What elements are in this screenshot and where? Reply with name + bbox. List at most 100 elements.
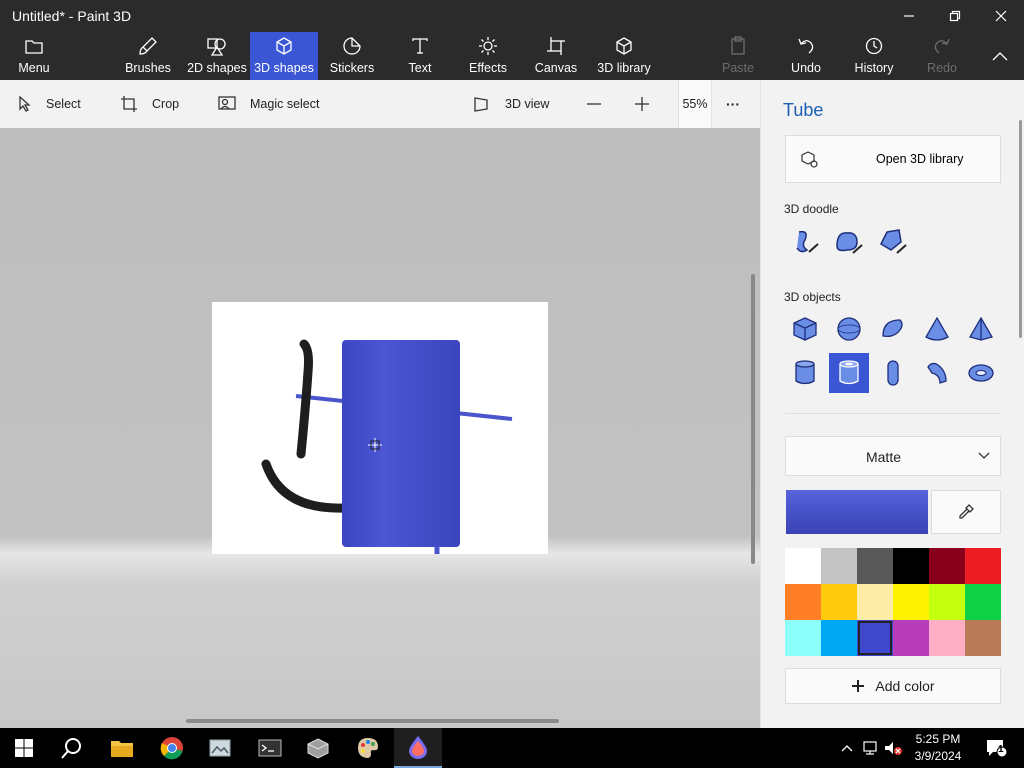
material-selected-value: Matte — [865, 449, 901, 465]
pyramid-object-button[interactable] — [961, 309, 1001, 349]
text-tab[interactable]: Text — [398, 32, 442, 80]
color-swatch[interactable] — [929, 620, 965, 656]
color-swatch[interactable] — [965, 548, 1001, 584]
crop-tool[interactable]: Crop — [120, 80, 179, 128]
panel-scrollbar[interactable] — [1019, 120, 1022, 338]
color-swatch[interactable] — [857, 548, 893, 584]
sphere-object-button[interactable] — [829, 309, 869, 349]
paint-3d-taskbar-button[interactable] — [394, 728, 442, 768]
more-options-button[interactable]: ··· — [726, 80, 740, 128]
show-hidden-icons-button[interactable] — [838, 728, 856, 768]
search-button[interactable] — [48, 728, 96, 768]
terminal-taskbar-button[interactable] — [246, 728, 294, 768]
close-button[interactable] — [978, 0, 1024, 32]
system-clock[interactable]: 5:25 PM 3/9/2024 — [898, 731, 978, 765]
undo-button[interactable]: Undo — [784, 32, 828, 80]
history-button[interactable]: History — [848, 32, 900, 80]
color-swatch[interactable] — [821, 548, 857, 584]
donut-object-button[interactable] — [961, 353, 1001, 393]
color-swatch[interactable] — [893, 548, 929, 584]
collapse-ribbon-button[interactable] — [978, 32, 1022, 80]
material-dropdown[interactable]: Matte — [785, 436, 1001, 476]
magic-select-tool[interactable]: Magic select — [218, 80, 319, 128]
color-swatch[interactable] — [785, 584, 821, 620]
paste-label: Paste — [722, 61, 754, 75]
zoom-out-button[interactable] — [586, 80, 602, 128]
add-color-button[interactable]: Add color — [785, 668, 1001, 704]
3d-library-tab[interactable]: 3D library — [594, 32, 654, 80]
select-tool[interactable]: Select — [18, 80, 81, 128]
restore-button[interactable] — [932, 0, 978, 32]
hemisphere-object-button[interactable] — [873, 309, 913, 349]
tube-icon — [839, 360, 859, 385]
canvas-tab[interactable]: Canvas — [532, 32, 580, 80]
zoom-in-button[interactable] — [634, 80, 650, 128]
stickers-tab[interactable]: Stickers — [326, 32, 378, 80]
cube-object-button[interactable] — [785, 309, 825, 349]
soft-edge-doodle-button[interactable] — [829, 221, 869, 261]
capsule-icon — [887, 360, 899, 386]
2d-shapes-tab[interactable]: 2D shapes — [186, 32, 248, 80]
file-explorer-taskbar-button[interactable] — [98, 728, 146, 768]
scene-drawing[interactable] — [212, 302, 548, 554]
color-swatch[interactable] — [893, 620, 929, 656]
start-button[interactable] — [0, 728, 48, 768]
capsule-object-button[interactable] — [873, 353, 913, 393]
vertical-scrollbar[interactable] — [751, 274, 755, 564]
color-swatch[interactable] — [965, 620, 1001, 656]
black-brush-stroke-vertical[interactable] — [296, 339, 313, 459]
zoom-level[interactable]: 55% — [678, 80, 712, 128]
paste-button[interactable]: Paste — [716, 32, 760, 80]
color-swatch[interactable] — [785, 620, 821, 656]
tube-object-button[interactable] — [829, 353, 869, 393]
app-taskbar-button-1[interactable] — [196, 728, 244, 768]
color-swatch[interactable] — [893, 584, 929, 620]
current-color-swatch[interactable] — [786, 490, 928, 534]
menu-button[interactable]: Menu — [10, 32, 58, 80]
color-swatch[interactable] — [929, 584, 965, 620]
drawing-canvas[interactable] — [212, 302, 548, 554]
panel-divider — [785, 413, 1001, 414]
black-brush-stroke-curve[interactable] — [261, 459, 349, 513]
curved-cylinder-object-button[interactable] — [917, 353, 957, 393]
clock-time: 5:25 PM — [915, 732, 961, 746]
color-swatch[interactable] — [857, 584, 893, 620]
color-swatch[interactable] — [821, 620, 857, 656]
minimize-button[interactable] — [886, 0, 932, 32]
restore-icon — [949, 10, 961, 22]
color-swatch[interactable] — [857, 620, 893, 656]
paint-palette-icon — [358, 738, 378, 758]
chrome-taskbar-button[interactable] — [148, 728, 196, 768]
minimize-icon — [904, 15, 914, 17]
folder-icon — [25, 40, 43, 54]
redo-button[interactable]: Redo — [920, 32, 964, 80]
magic-select-icon — [218, 96, 236, 110]
close-icon — [995, 10, 1007, 22]
effects-tab[interactable]: Effects — [464, 32, 512, 80]
paint-taskbar-button[interactable] — [344, 728, 392, 768]
color-swatch[interactable] — [785, 548, 821, 584]
cylinder-object-button[interactable] — [785, 353, 825, 393]
tube-doodle-button[interactable] — [873, 221, 913, 261]
color-swatch[interactable] — [965, 584, 1001, 620]
undo-icon — [798, 38, 814, 54]
open-3d-library-button[interactable]: Open 3D library — [785, 135, 1001, 183]
taskbar: 5:25 PM 3/9/2024 1 — [0, 728, 1024, 768]
clock-date: 3/9/2024 — [914, 749, 962, 763]
eyedropper-button[interactable] — [931, 490, 1001, 534]
tube-3d-object[interactable] — [342, 340, 460, 547]
chevron-up-icon — [992, 52, 1008, 61]
canvas-workspace[interactable] — [0, 128, 760, 728]
notification-center-button[interactable]: 1 — [978, 728, 1014, 768]
network-status[interactable] — [860, 728, 882, 768]
sharp-edge-doodle-button[interactable] — [785, 221, 825, 261]
cone-object-button[interactable] — [917, 309, 957, 349]
color-swatch[interactable] — [929, 548, 965, 584]
3d-view-toggle[interactable]: 3D view — [473, 80, 549, 128]
horizontal-scrollbar[interactable] — [186, 719, 559, 723]
brushes-tab[interactable]: Brushes — [122, 32, 174, 80]
app-taskbar-button-2[interactable] — [294, 728, 342, 768]
3d-shapes-tab[interactable]: 3D shapes — [250, 32, 318, 80]
color-swatch[interactable] — [821, 584, 857, 620]
3d-library-icon — [616, 37, 632, 55]
